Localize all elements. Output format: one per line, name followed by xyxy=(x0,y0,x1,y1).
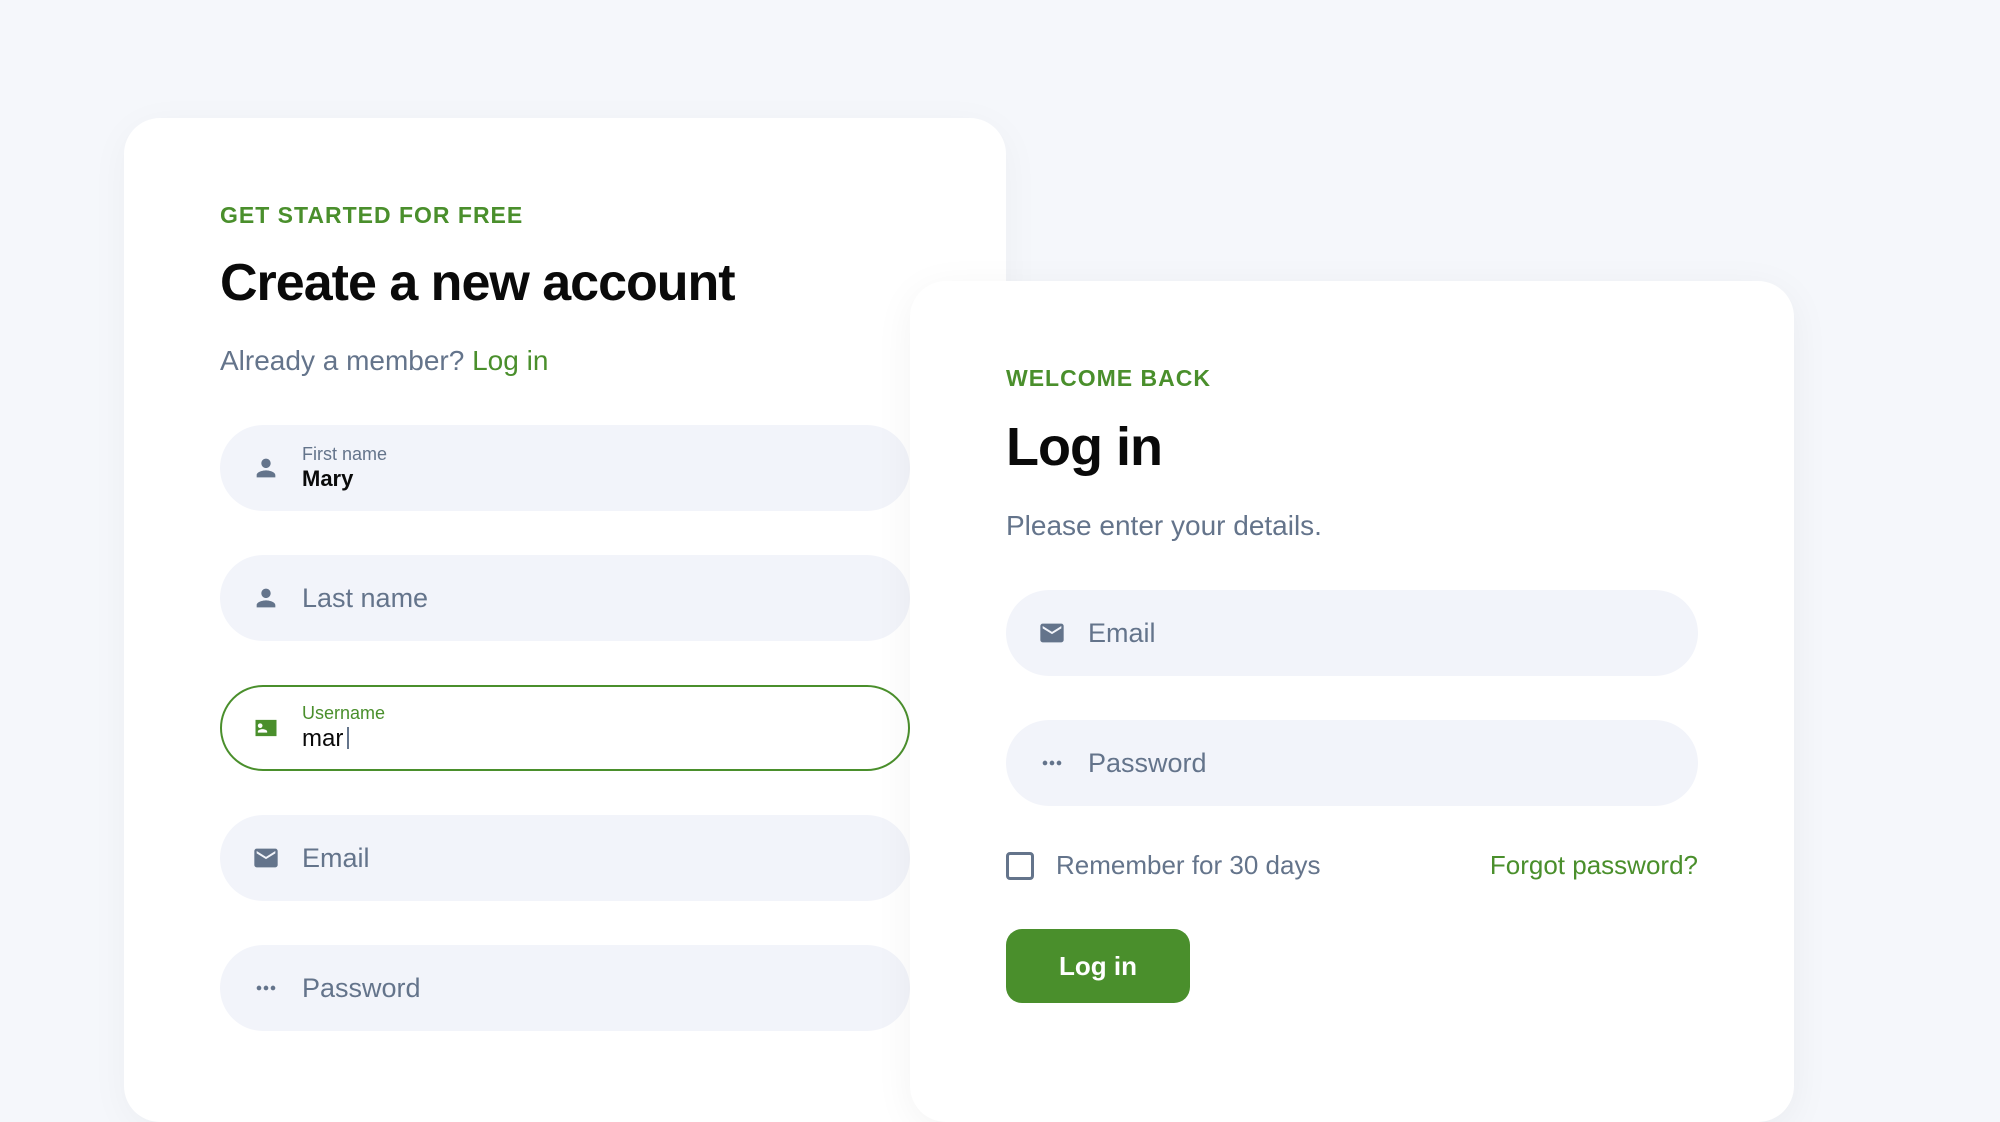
lastname-field[interactable]: Last name xyxy=(220,555,910,641)
signup-email-field[interactable]: Email xyxy=(220,815,910,901)
firstname-label: First name xyxy=(302,444,387,465)
username-field[interactable]: Username mar xyxy=(220,685,910,771)
login-button[interactable]: Log in xyxy=(1006,929,1190,1003)
firstname-value: Mary xyxy=(302,466,387,492)
login-eyebrow: WELCOME BACK xyxy=(1006,365,1698,392)
id-card-icon xyxy=(252,714,280,742)
person-icon xyxy=(252,454,280,482)
remember-label: Remember for 30 days xyxy=(1056,850,1320,881)
login-email-placeholder: Email xyxy=(1088,618,1156,649)
firstname-field[interactable]: First name Mary xyxy=(220,425,910,511)
remember-group[interactable]: Remember for 30 days xyxy=(1006,850,1320,881)
username-value: mar xyxy=(302,725,385,753)
forgot-password-link[interactable]: Forgot password? xyxy=(1490,850,1698,881)
lastname-placeholder: Last name xyxy=(302,583,428,614)
signup-email-placeholder: Email xyxy=(302,843,370,874)
login-title: Log in xyxy=(1006,416,1698,478)
login-options-row: Remember for 30 days Forgot password? xyxy=(1006,850,1698,881)
signup-eyebrow: GET STARTED FOR FREE xyxy=(220,202,910,229)
dots-icon xyxy=(252,974,280,1002)
login-password-field[interactable]: Password xyxy=(1006,720,1698,806)
login-email-field[interactable]: Email xyxy=(1006,590,1698,676)
signup-password-field[interactable]: Password xyxy=(220,945,910,1031)
signup-password-placeholder: Password xyxy=(302,973,421,1004)
username-label: Username xyxy=(302,703,385,724)
dots-icon xyxy=(1038,749,1066,777)
login-subtext: Please enter your details. xyxy=(1006,510,1698,542)
signup-card: GET STARTED FOR FREE Create a new accoun… xyxy=(124,118,1006,1122)
signup-subtext-text: Already a member? xyxy=(220,345,472,376)
mail-icon xyxy=(252,844,280,872)
text-cursor-icon xyxy=(347,727,349,749)
signup-title: Create a new account xyxy=(220,253,910,313)
login-password-placeholder: Password xyxy=(1088,748,1207,779)
person-icon xyxy=(252,584,280,612)
remember-checkbox[interactable] xyxy=(1006,852,1034,880)
signup-subtext: Already a member? Log in xyxy=(220,345,910,377)
login-card: WELCOME BACK Log in Please enter your de… xyxy=(910,281,1794,1122)
login-link[interactable]: Log in xyxy=(472,345,548,376)
mail-icon xyxy=(1038,619,1066,647)
